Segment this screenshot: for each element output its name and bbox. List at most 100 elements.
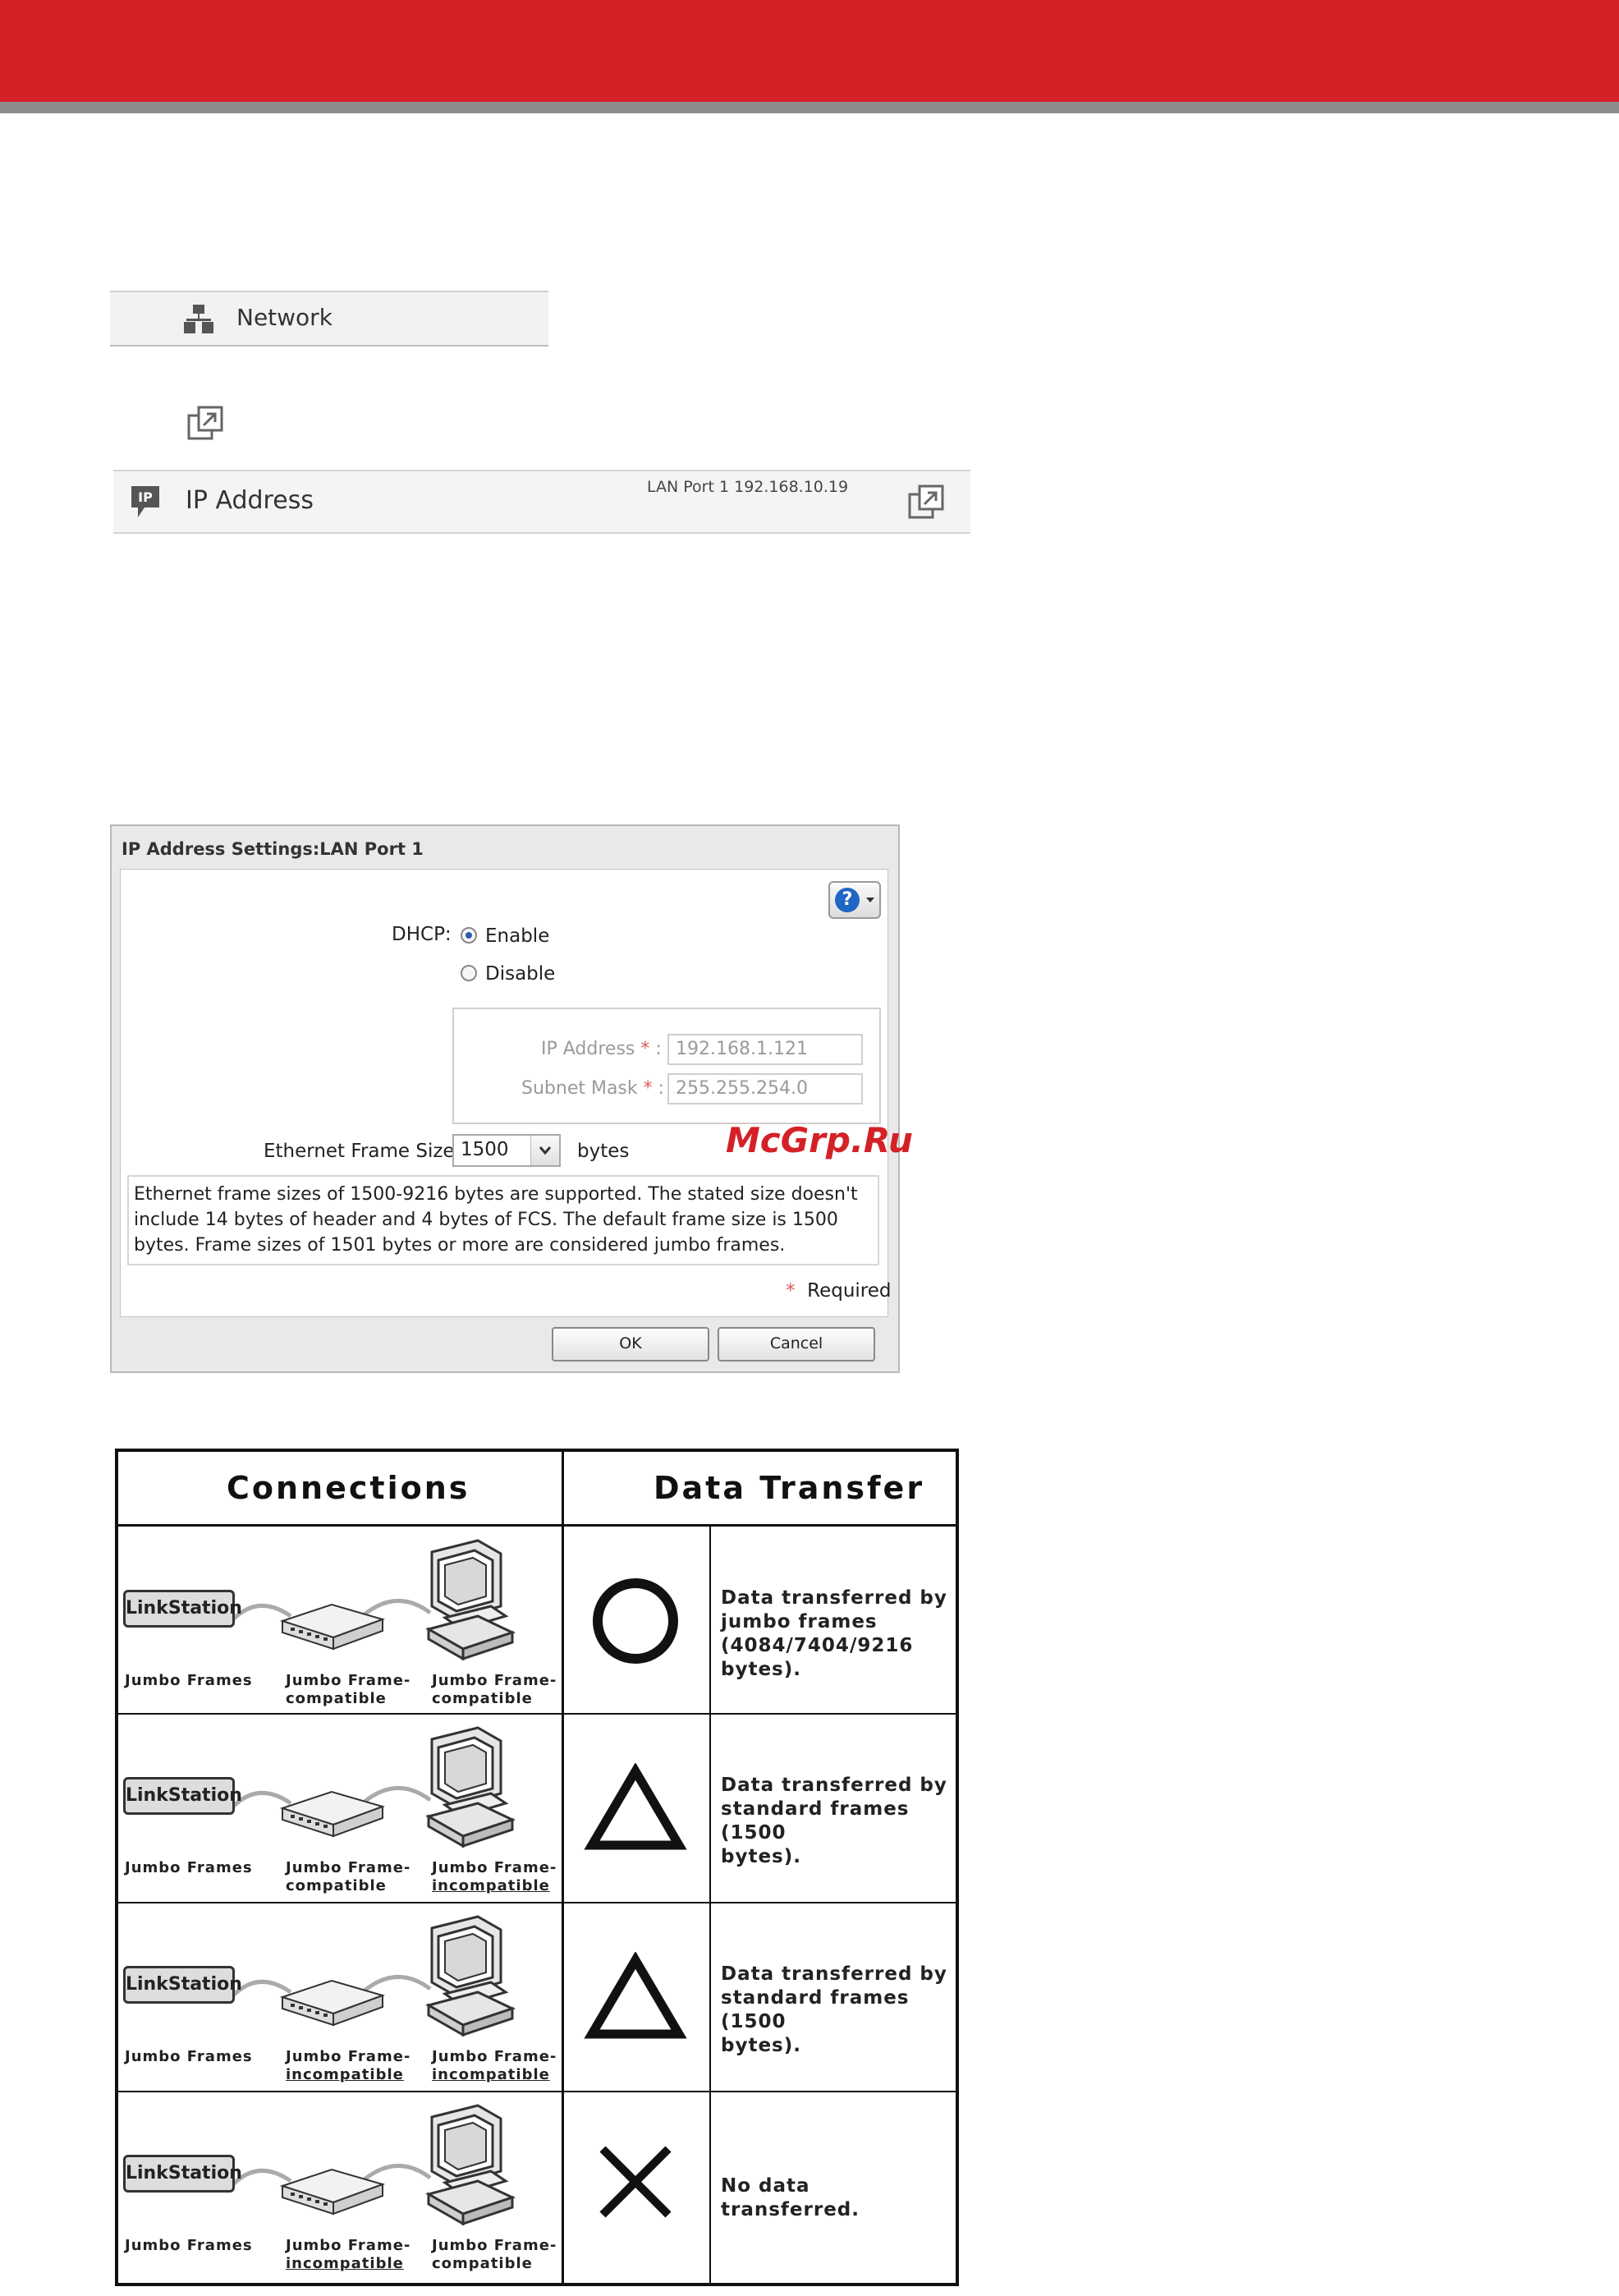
frame-size-note: Ethernet frame sizes of 1500-9216 bytes … (127, 1175, 879, 1265)
computer-caption: Jumbo Frame-compatible (432, 1672, 557, 1708)
svg-text:IP: IP (138, 489, 153, 505)
computer-caption-line: Jumbo Frame- (432, 1672, 557, 1689)
ok-button[interactable]: OK (552, 1327, 709, 1362)
computer-icon (420, 1537, 519, 1661)
circle-icon (590, 1576, 681, 1669)
network-menu-item[interactable]: Network (110, 291, 548, 347)
switch-caption-line: Jumbo Frame- (286, 1672, 411, 1689)
description-line: standard frames (1500 (721, 1798, 910, 1844)
description-line: Data transferred by (721, 1963, 947, 1985)
computer-icon (420, 1913, 519, 2037)
computer-caption-status: incompatible (432, 2066, 550, 2083)
switch-caption-line: Jumbo Frame- (286, 1859, 411, 1876)
computer-caption: Jumbo Frame-incompatible (432, 1859, 557, 1895)
header-rule (0, 102, 1619, 113)
dhcp-disable-radio[interactable] (461, 965, 477, 981)
frame-size-label: Ethernet Frame Size: (264, 1141, 461, 1162)
dhcp-label: DHCP: (392, 924, 452, 945)
triangle-icon (584, 1762, 687, 1857)
ip-address-row[interactable]: IP IP Address LAN Port 1 192.168.10.19 (113, 470, 970, 534)
ip-address-field-label: IP Address * : (541, 1039, 662, 1059)
computer-icon (420, 2102, 519, 2226)
triangle-icon (584, 1951, 687, 2046)
dialog-body: ? DHCP: Enable Disable IP Address * : 19… (120, 869, 892, 1317)
dhcp-disable-label: Disable (485, 963, 556, 985)
computer-caption: Jumbo Frame-incompatible (432, 2048, 557, 2084)
subnet-mask-field-label: Subnet Mask * : (521, 1078, 665, 1099)
switch-caption: Jumbo Frame-compatible (286, 1672, 410, 1708)
watermark: McGrp.Ru (726, 1120, 913, 1160)
linkstation-caption: Jumbo Frames (125, 1672, 253, 1689)
computer-caption-line: Jumbo Frame- (432, 2237, 557, 2254)
help-icon: ? (835, 888, 860, 912)
switch-icon (274, 2161, 389, 2219)
header-band (0, 0, 1619, 102)
network-icon (184, 305, 213, 333)
transfer-description: Data transferred by standard frames (1500… (721, 1963, 951, 2058)
computer-caption: Jumbo Frame-compatible (432, 2237, 557, 2273)
expand-icon[interactable] (908, 484, 944, 521)
radio-selected-dot (466, 932, 472, 939)
description-line: bytes). (721, 2035, 801, 2056)
switch-caption: Jumbo Frame-incompatible (286, 2048, 410, 2084)
cancel-button[interactable]: Cancel (718, 1327, 875, 1362)
dialog-title: IP Address Settings:LAN Port 1 (122, 839, 424, 859)
header-connections: Connections (227, 1470, 470, 1506)
switch-icon (274, 1784, 389, 1841)
description-line: bytes). (721, 1846, 801, 1867)
switch-caption-status: incompatible (286, 2066, 404, 2083)
description-line: Data transferred by (721, 1775, 947, 1796)
table-row: LinkStation Jumbo Frames Jumbo Frame-compa… (118, 1527, 956, 1715)
transfer-description: Data transferred by jumbo frames (4084/740… (721, 1587, 951, 1682)
description-line: jumbo frames (721, 1611, 878, 1632)
switch-caption-line: Jumbo Frame- (286, 2048, 411, 2065)
table-divider (118, 1524, 956, 1527)
computer-caption-status: compatible (432, 1690, 533, 1707)
jumbo-frame-table: Connections Data Transfer LinkStation Jum… (115, 1449, 959, 2286)
computer-caption-status: compatible (432, 2255, 533, 2272)
computer-caption-line: Jumbo Frame- (432, 1859, 557, 1876)
description-line: (4084/7404/9216 bytes). (721, 1635, 914, 1680)
ip-address-input[interactable]: 192.168.1.121 (667, 1034, 863, 1065)
computer-caption-status: incompatible (432, 1877, 550, 1894)
linkstation-caption: Jumbo Frames (125, 2048, 253, 2065)
linkstation-caption: Jumbo Frames (125, 1859, 253, 1876)
subnet-mask-input[interactable]: 255.255.254.0 (667, 1073, 863, 1104)
transfer-description: Data transferred by standard frames (1500… (721, 1774, 951, 1869)
dhcp-enable-radio[interactable] (461, 927, 477, 944)
cross-icon (594, 2141, 676, 2226)
switch-caption-status: incompatible (286, 2255, 404, 2272)
ip-address-icon: IP (131, 486, 159, 517)
linkstation-device: LinkStation (123, 1590, 242, 1628)
transfer-description: No data transferred. (721, 2174, 951, 2222)
switch-icon (274, 1972, 389, 2030)
chevron-down-icon (866, 898, 874, 902)
computer-icon (420, 1724, 519, 1848)
ip-address-value: LAN Port 1 192.168.10.19 (647, 478, 849, 496)
description-line: Data transferred by (721, 1587, 947, 1609)
table-row: LinkStation Jumbo Frames Jumbo Frame-incom… (118, 2092, 956, 2280)
table-row: LinkStation Jumbo Frames Jumbo Frame-compa… (118, 1715, 956, 1902)
frame-size-value: 1500 (461, 1139, 509, 1160)
table-row: LinkStation Jumbo Frames Jumbo Frame-incom… (118, 1903, 956, 2091)
switch-caption-status: compatible (286, 1877, 387, 1894)
expand-icon (187, 406, 223, 440)
computer-caption-line: Jumbo Frame- (432, 2048, 557, 2065)
header-data-transfer: Data Transfer (654, 1470, 925, 1506)
linkstation-device: LinkStation (123, 2155, 242, 2193)
chevron-down-icon (530, 1136, 559, 1165)
switch-caption-status: compatible (286, 1690, 387, 1707)
dhcp-enable-label: Enable (485, 925, 550, 947)
required-legend: * Required (786, 1280, 892, 1302)
description-line: standard frames (1500 (721, 1987, 910, 2032)
ip-settings-dialog: IP Address Settings:LAN Port 1 ? DHCP: E… (110, 824, 900, 1373)
linkstation-device: LinkStation (123, 1777, 242, 1815)
description-line: No data transferred. (721, 2175, 860, 2220)
frame-size-select[interactable]: 1500 (452, 1134, 561, 1167)
switch-caption: Jumbo Frame-compatible (286, 1859, 410, 1895)
help-button[interactable]: ? (828, 881, 881, 919)
switch-icon (274, 1596, 389, 1654)
network-label: Network (236, 304, 333, 331)
linkstation-caption: Jumbo Frames (125, 2237, 253, 2254)
switch-caption-line: Jumbo Frame- (286, 2237, 411, 2254)
